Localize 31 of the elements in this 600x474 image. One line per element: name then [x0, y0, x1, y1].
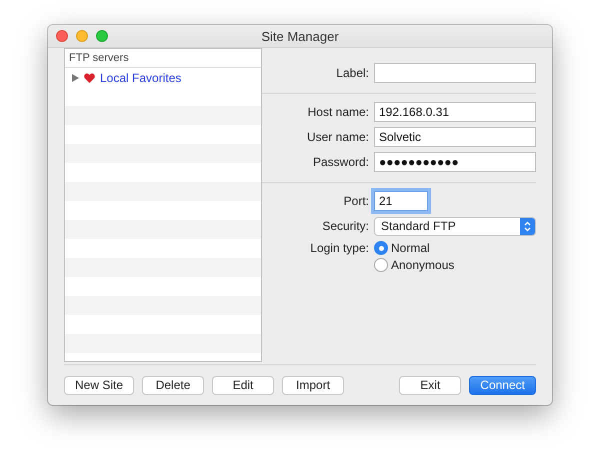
- field-label: Password:: [312, 155, 369, 169]
- field-label: Port:: [342, 194, 369, 208]
- radio-option[interactable]: Anonymous: [374, 258, 454, 272]
- stepper-icon: [524, 220, 531, 232]
- action-button[interactable]: Delete: [142, 376, 204, 394]
- text-field[interactable]: Solvetic: [374, 127, 536, 147]
- close-button[interactable]: [56, 30, 68, 42]
- zoom-button[interactable]: [96, 30, 108, 42]
- field-label: Security:: [321, 219, 369, 233]
- field-label: Login type:: [309, 241, 369, 255]
- expand-arrow-icon[interactable]: [72, 74, 79, 82]
- radio-option[interactable]: Normal: [374, 241, 454, 255]
- port-field[interactable]: 21: [374, 191, 428, 211]
- text-field[interactable]: [374, 63, 536, 83]
- heart-icon: [84, 72, 95, 82]
- minimize-button[interactable]: [76, 30, 88, 42]
- action-button[interactable]: Import: [282, 376, 344, 394]
- action-button[interactable]: New Site: [64, 376, 134, 394]
- action-button[interactable]: Exit: [399, 376, 462, 394]
- radio-label: Normal: [391, 241, 430, 255]
- field-label: User name:: [306, 130, 369, 144]
- window-title: Site Manager: [261, 28, 339, 44]
- security-dropdown[interactable]: Standard FTP: [374, 216, 536, 236]
- action-button[interactable]: Edit: [212, 376, 274, 394]
- field-label: Label:: [335, 66, 369, 80]
- field-label: Host name:: [306, 105, 369, 119]
- connect-button[interactable]: Connect: [469, 376, 536, 394]
- radio-label: Anonymous: [391, 258, 454, 272]
- list-header: FTP servers: [69, 52, 129, 64]
- text-field[interactable]: ●●●●●●●●●●●: [374, 152, 536, 172]
- text-field[interactable]: 192.168.0.31: [374, 102, 536, 122]
